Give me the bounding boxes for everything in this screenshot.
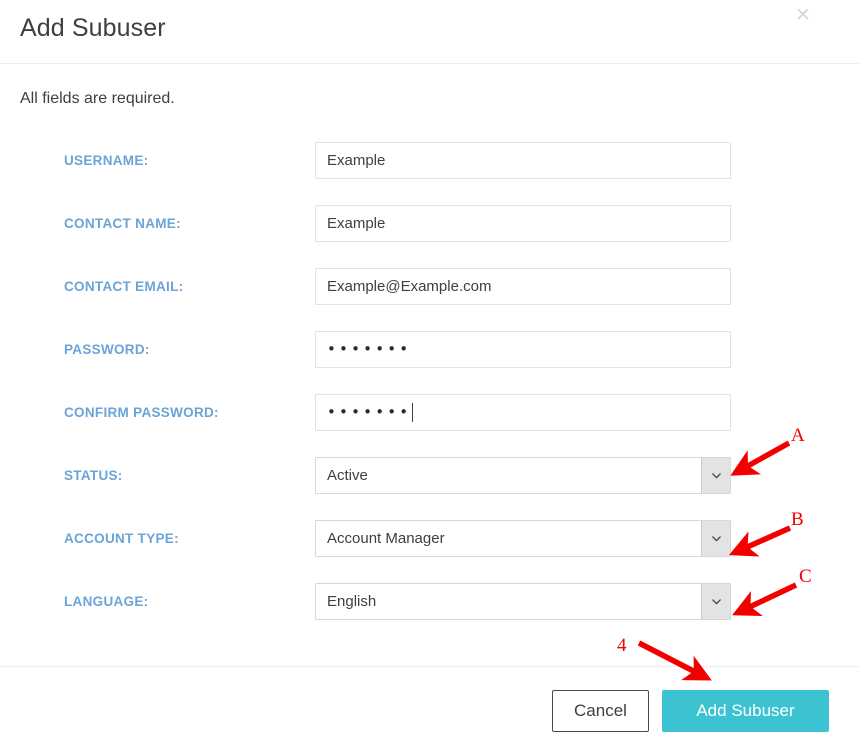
- username-label: USERNAME:: [64, 153, 149, 168]
- text-cursor: [412, 403, 414, 422]
- form-row-confirm-password: CONFIRM PASSWORD: •••••••: [0, 393, 859, 456]
- language-label: LANGUAGE:: [64, 594, 149, 609]
- dialog-header: Add Subuser ✕: [0, 0, 859, 64]
- page-title: Add Subuser: [20, 14, 166, 42]
- password-input[interactable]: •••••••: [315, 331, 731, 368]
- contact-name-input[interactable]: [315, 205, 731, 242]
- status-label: STATUS:: [64, 468, 123, 483]
- account-type-label: ACCOUNT TYPE:: [64, 531, 179, 546]
- chevron-down-icon[interactable]: [701, 458, 730, 493]
- status-select[interactable]: Active: [315, 457, 731, 494]
- username-input[interactable]: [315, 142, 731, 179]
- form-row-contact-email: CONTACT EMAIL:: [0, 267, 859, 330]
- contact-email-label: CONTACT EMAIL:: [64, 279, 184, 294]
- form-row-password: PASSWORD: •••••••: [0, 330, 859, 393]
- form-row-username: USERNAME:: [0, 141, 859, 204]
- confirm-password-mask: •••••••: [327, 403, 412, 421]
- chevron-down-icon[interactable]: [701, 521, 730, 556]
- account-type-select-value: Account Manager: [327, 530, 445, 547]
- account-type-select[interactable]: Account Manager: [315, 520, 731, 557]
- language-select-value: English: [327, 593, 377, 610]
- contact-email-input[interactable]: [315, 268, 731, 305]
- close-icon[interactable]: ✕: [791, 4, 815, 28]
- required-fields-note: All fields are required.: [20, 90, 175, 107]
- form-row-account-type: ACCOUNT TYPE: Account Manager: [0, 519, 859, 582]
- add-subuser-button[interactable]: Add Subuser: [662, 690, 829, 732]
- cancel-button[interactable]: Cancel: [552, 690, 649, 732]
- confirm-password-input[interactable]: •••••••: [315, 394, 731, 431]
- subuser-form: USERNAME: CONTACT NAME: CONTACT EMAIL: P…: [0, 141, 859, 645]
- dialog-body: All fields are required. USERNAME: CONTA…: [0, 64, 859, 666]
- status-select-value: Active: [327, 467, 368, 484]
- dialog-footer: Cancel Add Subuser: [0, 666, 859, 743]
- chevron-down-icon[interactable]: [701, 584, 730, 619]
- form-row-language: LANGUAGE: English: [0, 582, 859, 645]
- form-row-contact-name: CONTACT NAME:: [0, 204, 859, 267]
- contact-name-label: CONTACT NAME:: [64, 216, 181, 231]
- form-row-status: STATUS: Active: [0, 456, 859, 519]
- add-subuser-dialog: Add Subuser ✕ All fields are required. U…: [0, 0, 859, 743]
- confirm-password-label: CONFIRM PASSWORD:: [64, 405, 219, 420]
- language-select[interactable]: English: [315, 583, 731, 620]
- password-label: PASSWORD:: [64, 342, 150, 357]
- password-mask: •••••••: [327, 340, 412, 358]
